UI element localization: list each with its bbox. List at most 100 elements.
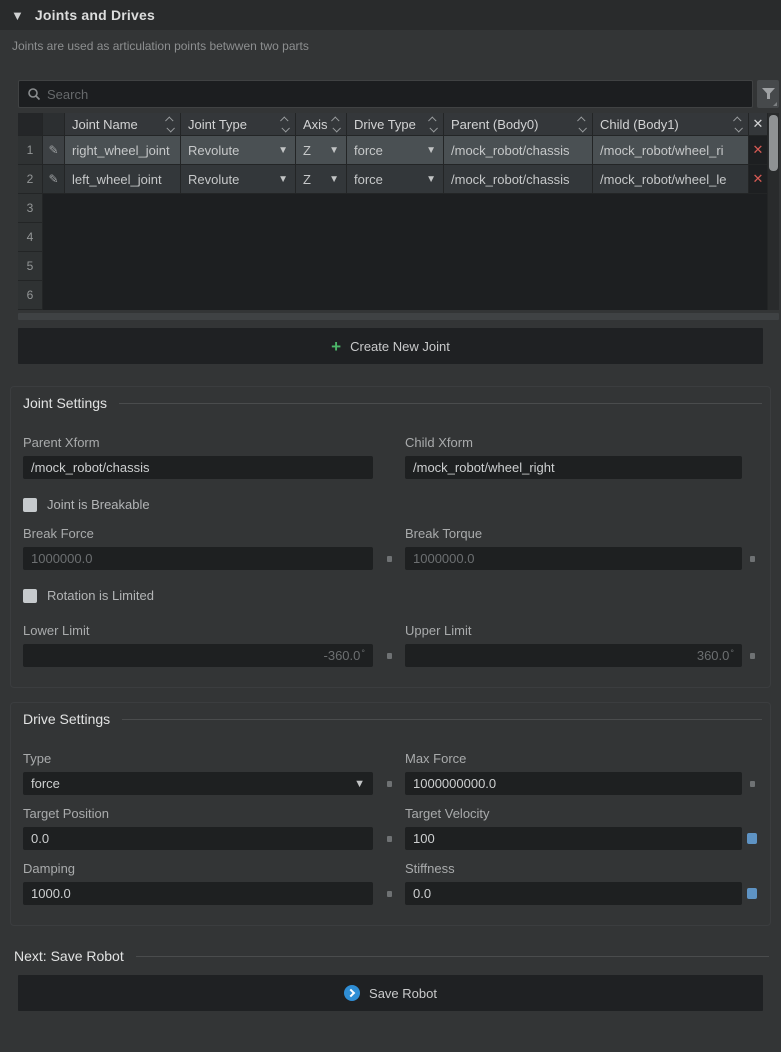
edit-row-button[interactable]: ✎ xyxy=(43,165,65,194)
save-section-title: Next: Save Robot xyxy=(14,948,124,964)
column-header-parent-body0[interactable]: Parent (Body0) xyxy=(444,113,593,136)
horizontal-scrollbar[interactable] xyxy=(18,313,779,320)
lower-limit-field[interactable]: -360.0° xyxy=(23,644,373,667)
row-number: 1 xyxy=(18,136,43,165)
joint-type-dropdown[interactable]: Revolute ▼ xyxy=(181,136,296,165)
chevron-down-icon: ▼ xyxy=(325,174,339,185)
parent-body-cell[interactable]: /mock_robot/chassis xyxy=(444,165,593,194)
sort-icon[interactable] xyxy=(579,117,585,132)
child-xform-label: Child Xform xyxy=(405,435,742,450)
row-number: 4 xyxy=(18,223,43,252)
degree-unit: ° xyxy=(730,648,734,658)
divider xyxy=(122,719,762,720)
search-input[interactable] xyxy=(19,81,752,107)
changed-value-indicator[interactable] xyxy=(747,888,757,899)
joint-breakable-label: Joint is Breakable xyxy=(47,497,150,512)
default-value-indicator[interactable] xyxy=(387,781,392,787)
scrollbar-track xyxy=(768,223,779,252)
break-force-field[interactable]: 1000000.0 xyxy=(23,547,373,570)
rotation-limited-label: Rotation is Limited xyxy=(47,588,154,603)
default-value-indicator[interactable] xyxy=(750,556,755,562)
save-arrow-icon xyxy=(344,985,360,1001)
save-section: Next: Save Robot Save Robot xyxy=(0,948,781,1011)
column-header-child-body1[interactable]: Child (Body1) xyxy=(593,113,749,136)
default-value-indicator[interactable] xyxy=(750,653,755,659)
joint-name-cell[interactable]: left_wheel_joint xyxy=(65,165,181,194)
sort-icon[interactable] xyxy=(430,117,436,132)
clear-all-button[interactable]: ✕ xyxy=(749,113,768,136)
default-value-indicator[interactable] xyxy=(387,653,392,659)
stiffness-field[interactable]: 0.0 xyxy=(405,882,742,905)
axis-dropdown[interactable]: Z ▼ xyxy=(296,136,347,165)
default-value-indicator[interactable] xyxy=(750,781,755,787)
default-value-indicator[interactable] xyxy=(387,891,392,897)
chevron-down-icon: ▼ xyxy=(422,174,436,185)
row-number: 6 xyxy=(18,281,43,310)
sort-icon[interactable] xyxy=(282,117,288,132)
collapse-triangle-icon[interactable]: ▼ xyxy=(11,9,24,22)
row-number: 2 xyxy=(18,165,43,194)
upper-limit-field[interactable]: 360.0° xyxy=(405,644,742,667)
filter-button[interactable] xyxy=(757,80,779,108)
drive-type-dropdown[interactable]: force ▼ xyxy=(347,136,444,165)
target-velocity-field[interactable]: 100 xyxy=(405,827,742,850)
table-row[interactable]: 1 ✎ right_wheel_joint Revolute ▼ Z ▼ for… xyxy=(18,136,779,165)
empty-cell xyxy=(43,194,768,223)
target-velocity-label: Target Velocity xyxy=(405,806,742,821)
target-position-field[interactable]: 0.0 xyxy=(23,827,373,850)
divider xyxy=(136,956,769,957)
chevron-down-icon: ▼ xyxy=(422,145,436,156)
sort-icon[interactable] xyxy=(167,117,173,132)
rotation-limited-checkbox[interactable] xyxy=(23,589,37,603)
joint-settings-title: Joint Settings xyxy=(23,395,107,411)
create-new-joint-button[interactable]: + Create New Joint xyxy=(18,328,763,364)
joint-type-dropdown[interactable]: Revolute ▼ xyxy=(181,165,296,194)
parent-xform-field[interactable]: /mock_robot/chassis xyxy=(23,456,373,479)
vertical-scrollbar-thumb[interactable] xyxy=(769,115,778,171)
column-header-joint-type[interactable]: Joint Type xyxy=(181,113,296,136)
filter-dropdown-corner xyxy=(773,102,777,106)
column-header-drive-type[interactable]: Drive Type xyxy=(347,113,444,136)
upper-limit-label: Upper Limit xyxy=(405,623,742,638)
drive-type-dropdown[interactable]: force ▼ xyxy=(347,165,444,194)
break-torque-field[interactable]: 1000000.0 xyxy=(405,547,742,570)
drive-settings-title: Drive Settings xyxy=(23,711,110,727)
stiffness-label: Stiffness xyxy=(405,861,742,876)
delete-row-button[interactable]: ✕ xyxy=(749,165,768,194)
chevron-down-icon: ▼ xyxy=(274,145,288,156)
child-xform-field[interactable]: /mock_robot/wheel_right xyxy=(405,456,742,479)
sort-icon[interactable] xyxy=(735,117,741,132)
joint-breakable-checkbox[interactable] xyxy=(23,498,37,512)
row-number: 3 xyxy=(18,194,43,223)
max-force-field[interactable]: 1000000000.0 xyxy=(405,772,742,795)
scrollbar-track xyxy=(768,194,779,223)
max-force-label: Max Force xyxy=(405,751,742,766)
joint-name-cell[interactable]: right_wheel_joint xyxy=(65,136,181,165)
default-value-indicator[interactable] xyxy=(387,836,392,842)
empty-cell xyxy=(43,223,768,252)
edit-row-button[interactable]: ✎ xyxy=(43,136,65,165)
delete-row-button[interactable]: ✕ xyxy=(749,136,768,165)
changed-value-indicator[interactable] xyxy=(747,833,757,844)
table-row[interactable]: 2 ✎ left_wheel_joint Revolute ▼ Z ▼ forc… xyxy=(18,165,779,194)
save-robot-button[interactable]: Save Robot xyxy=(18,975,763,1011)
child-body-cell[interactable]: /mock_robot/wheel_le xyxy=(593,165,749,194)
sort-icon[interactable] xyxy=(333,117,339,132)
default-value-indicator[interactable] xyxy=(387,556,392,562)
filter-funnel-icon xyxy=(762,88,775,100)
damping-label: Damping xyxy=(23,861,373,876)
section-header-joints-and-drives[interactable]: ▼ Joints and Drives xyxy=(0,0,781,30)
row-number: 5 xyxy=(18,252,43,281)
column-header-joint-name[interactable]: Joint Name xyxy=(65,113,181,136)
child-body-cell[interactable]: /mock_robot/wheel_ri xyxy=(593,136,749,165)
damping-field[interactable]: 1000.0 xyxy=(23,882,373,905)
axis-dropdown[interactable]: Z ▼ xyxy=(296,165,347,194)
table-row-empty: 3 xyxy=(18,194,779,223)
column-header-axis[interactable]: Axis xyxy=(296,113,347,136)
chevron-down-icon: ▼ xyxy=(274,174,288,185)
drive-type-select[interactable]: force ▼ xyxy=(23,772,373,795)
joint-settings-group: Joint Settings Parent Xform /mock_robot/… xyxy=(10,386,771,688)
delete-row-icon: ✕ xyxy=(753,142,764,158)
parent-body-cell[interactable]: /mock_robot/chassis xyxy=(444,136,593,165)
search-box xyxy=(18,80,753,108)
